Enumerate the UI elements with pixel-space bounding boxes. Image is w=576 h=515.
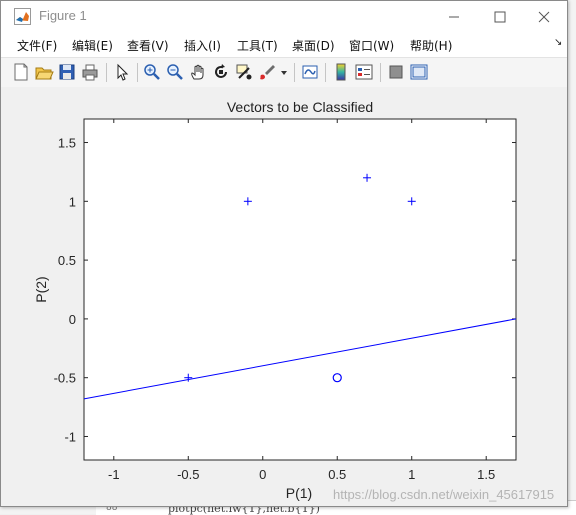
dock-figure-icon[interactable]: ↘ (554, 37, 562, 48)
rotate-3d-icon[interactable] (211, 62, 231, 82)
data-cursor-icon[interactable] (234, 62, 254, 82)
y-tick-label: 0.5 (58, 253, 76, 268)
brush-icon[interactable] (257, 62, 277, 82)
menu-file[interactable]: 文件(F) (17, 37, 57, 54)
menu-bar: 文件(F) 编辑(E) 查看(V) 插入(I) 工具(T) 桌面(D) 窗口(W… (1, 32, 567, 57)
minimize-icon (449, 16, 459, 17)
pointer-icon[interactable] (112, 62, 132, 82)
menu-help[interactable]: 帮助(H) (410, 37, 452, 54)
colorbar-icon[interactable] (331, 62, 351, 82)
menu-tools[interactable]: 工具(T) (237, 37, 278, 54)
close-button[interactable] (521, 1, 567, 32)
zoom-in-icon[interactable] (142, 62, 162, 82)
x-tick-label: 0 (259, 467, 266, 482)
y-tick-label: 1 (69, 194, 76, 209)
x-tick-label: -0.5 (177, 467, 199, 482)
watermark-text: https://blog.csdn.net/weixin_45617915 (333, 487, 555, 502)
x-tick-label: -1 (108, 467, 120, 482)
print-icon[interactable] (80, 62, 100, 82)
y-tick-label: 0 (69, 312, 76, 327)
save-icon[interactable] (57, 62, 77, 82)
x-tick-label: 1.5 (477, 467, 495, 482)
menu-view[interactable]: 查看(V) (127, 37, 169, 54)
maximize-button[interactable] (477, 1, 523, 32)
menu-edit[interactable]: 编辑(E) (72, 37, 113, 54)
show-plot-tools-icon[interactable] (409, 62, 429, 82)
maximize-icon (494, 11, 506, 22)
chart-title: Vectors to be Classified (227, 99, 373, 115)
hide-plot-tools-icon[interactable] (386, 62, 406, 82)
menu-desktop[interactable]: 桌面(D) (292, 37, 335, 54)
y-tick-label: -1 (64, 429, 76, 444)
open-file-icon[interactable] (34, 62, 54, 82)
zoom-out-icon[interactable] (165, 62, 185, 82)
figure-window: Figure 1 文件(F) 编辑(E) 查看(V) 插入(I) 工具(T) 桌… (0, 0, 568, 507)
minimize-button[interactable] (431, 1, 477, 32)
pan-icon[interactable] (188, 62, 208, 82)
figure-toolbar (1, 57, 567, 88)
new-figure-icon[interactable] (11, 62, 31, 82)
y-axis-label: P(2) (33, 276, 49, 302)
x-tick-label: 0.5 (328, 467, 346, 482)
axes-box (83, 118, 517, 461)
close-icon (538, 11, 550, 22)
link-plot-icon[interactable] (300, 62, 320, 82)
menu-window[interactable]: 窗口(W) (349, 37, 394, 54)
x-axis-label: P(1) (286, 485, 312, 501)
figure-canvas[interactable]: Vectors to be Classified -1 -0.5 0 0.5 1 1.5 -1… (1, 87, 567, 506)
legend-icon[interactable] (354, 62, 374, 82)
window-title: Figure 1 (39, 8, 87, 23)
y-tick-label: -0.5 (54, 371, 76, 386)
y-tick-label: 1.5 (58, 136, 76, 151)
brush-dropdown-icon[interactable] (279, 62, 289, 82)
title-bar[interactable]: Figure 1 (1, 1, 567, 32)
plot-svg: Vectors to be Classified -1 -0.5 0 0.5 1 1.5 -1… (33, 99, 517, 501)
x-tick-label: 1 (408, 467, 415, 482)
matlab-logo-icon (14, 8, 31, 25)
menu-insert[interactable]: 插入(I) (184, 37, 221, 54)
